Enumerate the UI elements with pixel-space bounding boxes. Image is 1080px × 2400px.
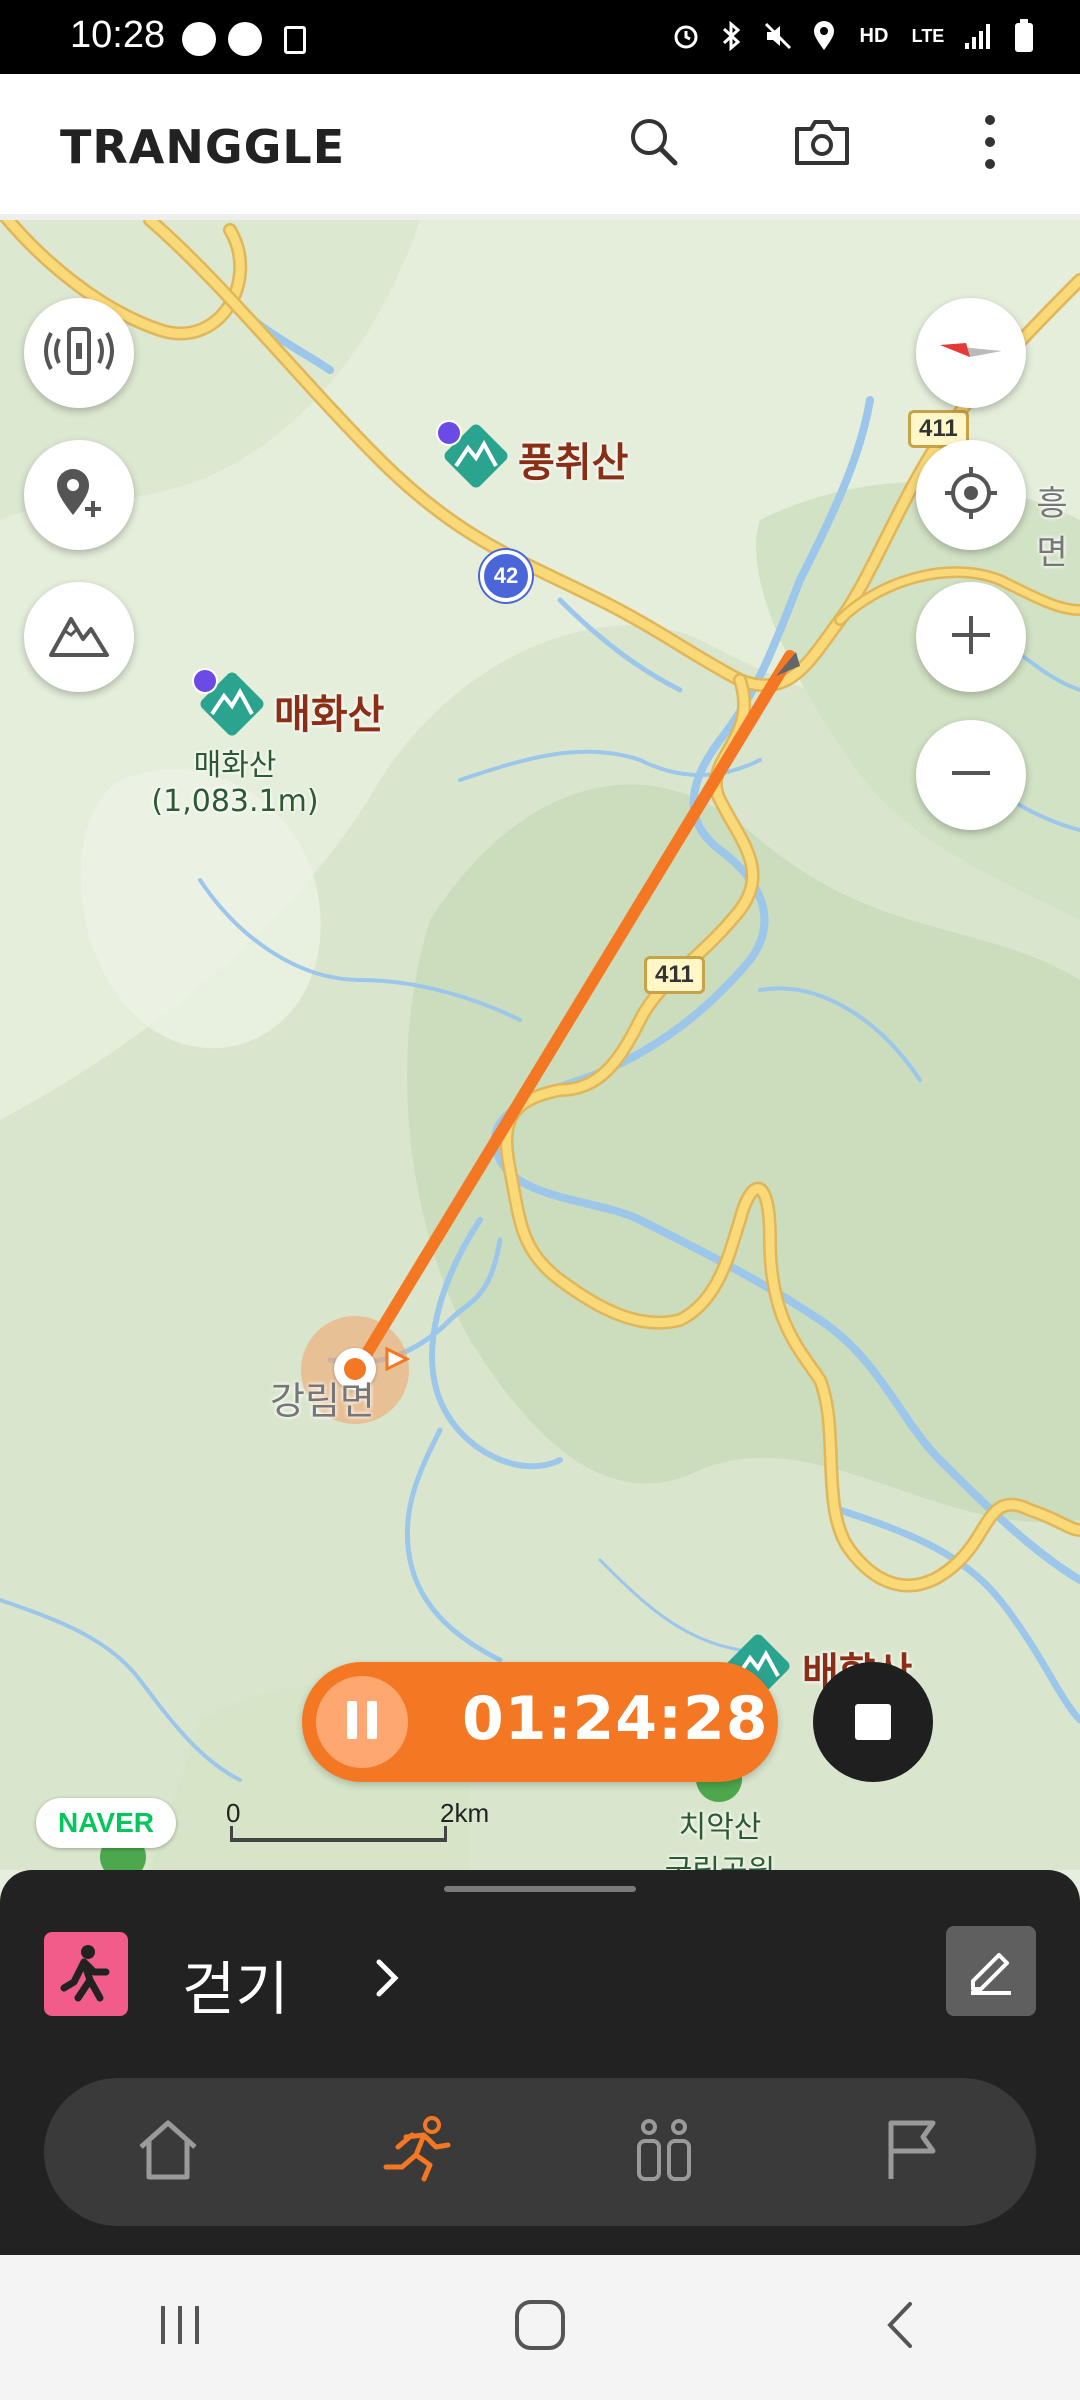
tab-people[interactable] — [604, 2092, 724, 2212]
people-icon — [629, 2117, 699, 2188]
status-bar: 10:28 HD LTE — [0, 0, 1080, 74]
place-label: 강림면 — [270, 1379, 375, 1423]
bottom-sheet: 걷기 — [0, 1870, 1080, 2255]
notification-icon — [228, 22, 262, 56]
walking-icon — [44, 1932, 128, 2016]
system-nav-bar — [0, 2255, 1080, 2400]
map-scale: 0 2km — [226, 1798, 490, 1860]
more-vert-icon — [980, 112, 1000, 177]
compass-icon — [936, 331, 1006, 376]
flag-icon — [879, 2117, 945, 2188]
route-sign-42: 42 — [480, 550, 532, 602]
pause-icon — [342, 1700, 382, 1744]
zoom-in-button[interactable] — [916, 582, 1026, 692]
pause-button[interactable] — [316, 1676, 408, 1768]
tab-bar — [44, 2078, 1036, 2226]
recents-button[interactable] — [120, 2278, 240, 2378]
elapsed-time: 01:24:28 — [462, 1684, 769, 1754]
battery-icon — [1008, 16, 1040, 56]
zoom-out-button[interactable] — [916, 720, 1026, 830]
map-view[interactable]: 411 411 42 풍취산 매화산 매화산 (1,083.1m) 배향산 강림… — [0, 220, 1080, 1870]
badge-icon — [436, 420, 462, 446]
add-waypoint-button[interactable] — [24, 440, 134, 550]
home-circle-icon — [513, 2298, 567, 2357]
tab-flag[interactable] — [852, 2092, 972, 2212]
back-icon — [882, 2300, 918, 2355]
stop-button[interactable] — [813, 1662, 933, 1782]
peak-label[interactable]: 매화산 — [274, 682, 384, 740]
bluetooth-icon — [716, 16, 748, 56]
clock: 10:28 — [70, 14, 166, 56]
more-button[interactable] — [950, 104, 1030, 184]
vibration-icon — [43, 323, 115, 384]
camera-icon — [793, 117, 851, 172]
mute-icon — [762, 16, 794, 56]
place-label: 흥면 — [1036, 484, 1068, 573]
vibration-button[interactable] — [24, 298, 134, 408]
place-label: 매화산 (1,083.1m) — [151, 748, 319, 819]
app-logo: TRANGGLE — [60, 120, 346, 174]
stop-icon — [855, 1704, 891, 1740]
mountain-icon — [47, 609, 111, 666]
running-icon — [376, 2115, 456, 2190]
add-location-icon — [49, 463, 109, 528]
sheet-drag-handle[interactable] — [444, 1886, 636, 1892]
search-button[interactable] — [614, 104, 694, 184]
minus-icon — [946, 748, 996, 803]
home-icon — [133, 2117, 203, 2188]
scale-start-label: 0 — [226, 1798, 241, 1828]
my-location-button[interactable] — [916, 440, 1026, 550]
tab-home[interactable] — [108, 2092, 228, 2212]
scale-end-label: 2km — [440, 1798, 490, 1828]
edit-button[interactable] — [946, 1926, 1036, 2016]
lte-icon: LTE — [911, 25, 945, 46]
place-label: 치악산 국립공원 — [665, 1810, 775, 1870]
tab-activity[interactable] — [356, 2092, 476, 2212]
camera-button[interactable] — [782, 104, 862, 184]
back-button[interactable] — [840, 2278, 960, 2378]
heading-arrow-icon — [384, 1346, 411, 1377]
my-location-icon — [941, 463, 1001, 528]
notification-icon — [182, 22, 216, 56]
tracking-timer: 01:24:28 — [302, 1662, 778, 1782]
alarm-icon — [670, 16, 702, 56]
activity-type-label[interactable]: 걷기 — [182, 1942, 289, 2026]
plus-icon — [946, 610, 996, 665]
mountain-button[interactable] — [24, 582, 134, 692]
edit-icon — [963, 1941, 1019, 2002]
signal-icon — [962, 16, 994, 56]
badge-icon — [192, 668, 218, 694]
location-icon — [808, 16, 840, 56]
road-sign-411: 411 — [644, 956, 705, 994]
app-notification-icon — [284, 26, 306, 54]
home-nav-button[interactable] — [480, 2278, 600, 2378]
search-icon — [627, 115, 681, 174]
chevron-right-icon[interactable] — [368, 1948, 408, 2008]
recents-icon — [155, 2302, 205, 2353]
hd-voice-icon: HD — [859, 24, 889, 47]
compass-button[interactable] — [916, 298, 1026, 408]
peak-label[interactable]: 풍취산 — [518, 430, 628, 488]
naver-logo: NAVER — [36, 1798, 176, 1848]
app-bar: TRANGGLE — [0, 74, 1080, 220]
